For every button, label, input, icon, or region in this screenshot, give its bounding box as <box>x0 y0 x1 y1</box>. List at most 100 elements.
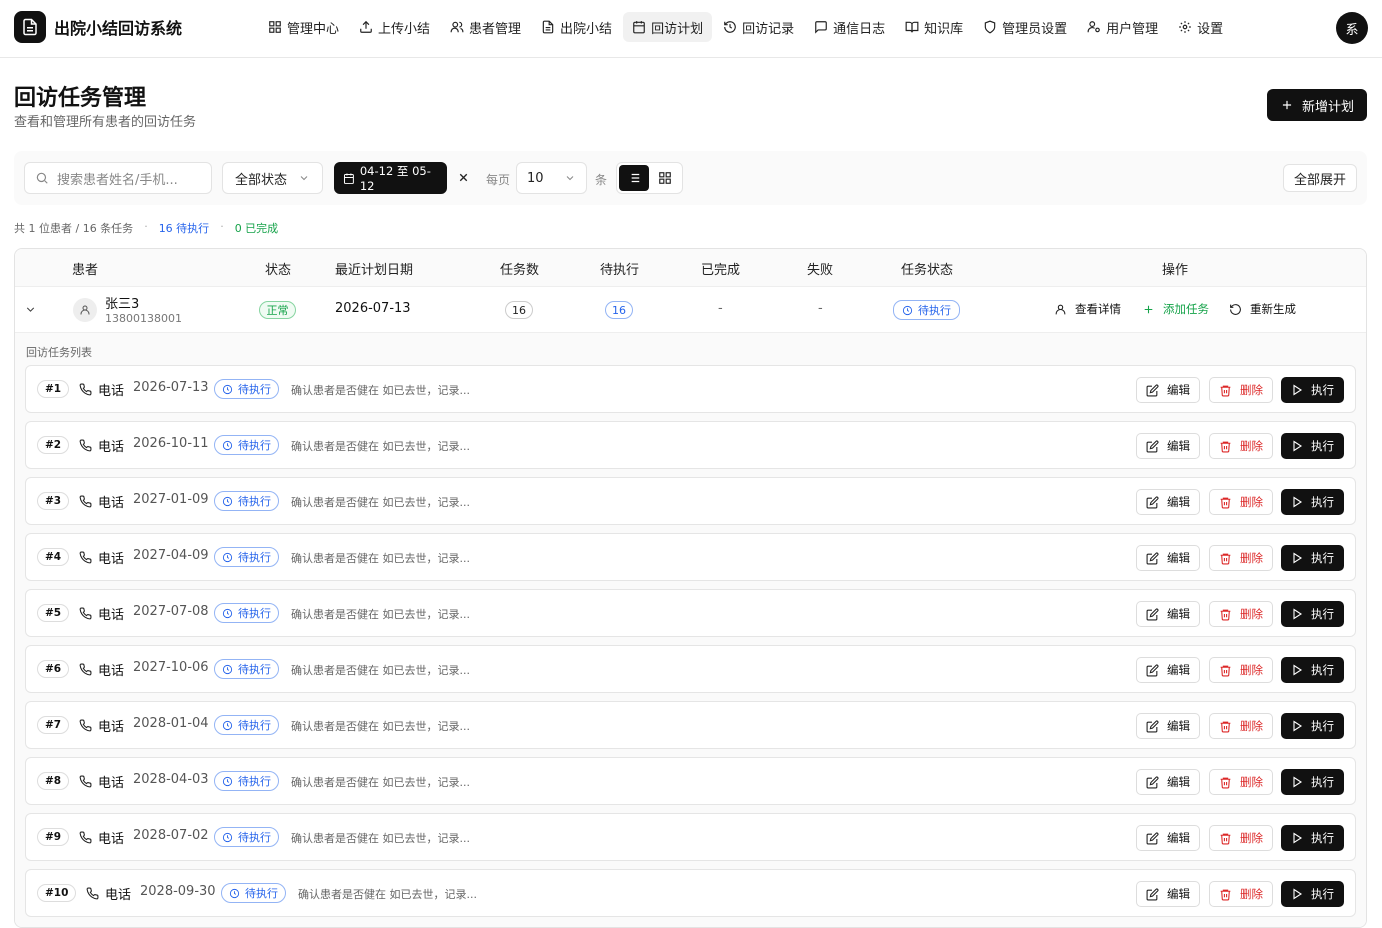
chevron-down-icon <box>566 176 574 181</box>
nav-item-settings[interactable]: 设置 <box>1169 12 1232 42</box>
execute-task-button[interactable]: 执行 <box>1281 713 1344 739</box>
new-plan-label: 新增计划 <box>1301 99 1354 115</box>
delete-task-button[interactable]: 删除 <box>1209 713 1273 739</box>
task-date: 2027-04-09 <box>133 548 209 563</box>
col-pending: 待执行 <box>600 263 640 278</box>
delete-task-button[interactable]: 删除 <box>1209 657 1273 683</box>
trash-icon <box>1220 553 1231 564</box>
edit-task-button[interactable]: 编辑 <box>1136 377 1200 403</box>
grid-view-button[interactable] <box>651 165 681 191</box>
brand[interactable]: 出院小结回访系统 <box>14 11 182 43</box>
regenerate-button[interactable]: 重新生成 <box>1229 301 1296 317</box>
edit-task-button[interactable]: 编辑 <box>1136 657 1200 683</box>
grid-icon <box>269 21 281 33</box>
date-range-button[interactable]: 04-12 至 05-12 <box>334 162 447 194</box>
execute-task-button[interactable]: 执行 <box>1281 489 1344 515</box>
delete-task-button[interactable]: 删除 <box>1209 825 1273 851</box>
edit-task-button[interactable]: 编辑 <box>1136 433 1200 459</box>
edit-task-button[interactable]: 编辑 <box>1136 769 1200 795</box>
nav-item-upload[interactable]: 上传小结 <box>350 12 439 42</box>
clear-date-button[interactable] <box>457 171 470 184</box>
task-status-text: 待执行 <box>238 719 271 732</box>
search-input[interactable]: 搜索患者姓名/手机... <box>24 162 212 194</box>
nav-item-admin-settings[interactable]: 管理员设置 <box>974 12 1076 42</box>
play-icon <box>1293 496 1303 508</box>
users-icon <box>450 21 464 33</box>
execute-label: 执行 <box>1311 383 1334 397</box>
view-details-button[interactable]: 查看详情 <box>1054 301 1121 317</box>
patient-name[interactable]: 张三3 <box>105 293 139 312</box>
col-latest-date: 最近计划日期 <box>335 263 414 278</box>
delete-task-button[interactable]: 删除 <box>1209 433 1273 459</box>
user-icon <box>80 305 90 315</box>
task-date: 2028-07-02 <box>133 828 209 843</box>
execute-task-button[interactable]: 执行 <box>1281 657 1344 683</box>
history-icon <box>724 21 736 33</box>
edit-task-button[interactable]: 编辑 <box>1136 825 1200 851</box>
delete-task-button[interactable]: 删除 <box>1209 881 1273 907</box>
task-number: #5 <box>37 604 70 622</box>
user-avatar[interactable]: 系 <box>1336 12 1368 44</box>
edit-icon <box>1146 831 1159 844</box>
edit-task-button[interactable]: 编辑 <box>1136 881 1200 907</box>
delete-task-button[interactable]: 删除 <box>1209 377 1273 403</box>
nav-item-user-management[interactable]: 用户管理 <box>1078 12 1167 42</box>
execute-task-button[interactable]: 执行 <box>1281 377 1344 403</box>
execute-task-button[interactable]: 执行 <box>1281 433 1344 459</box>
nav-item-comm-logs[interactable]: 通信日志 <box>805 12 894 42</box>
delete-task-button[interactable]: 删除 <box>1209 545 1273 571</box>
patient-latest-date: 2026-07-13 <box>335 301 411 316</box>
nav-item-knowledge[interactable]: 知识库 <box>896 12 972 42</box>
col-task-status: 任务状态 <box>901 263 954 278</box>
edit-label: 编辑 <box>1167 663 1190 677</box>
calendar-icon <box>633 21 645 34</box>
page-size-select[interactable]: 10 <box>516 162 587 194</box>
clock-icon <box>222 664 233 674</box>
edit-label: 编辑 <box>1167 775 1190 789</box>
nav-item-patients[interactable]: 患者管理 <box>441 12 530 42</box>
expand-all-button[interactable]: 全部展开 <box>1283 164 1357 192</box>
execute-label: 执行 <box>1311 831 1334 845</box>
task-type: 电话 <box>79 492 124 511</box>
clock-icon <box>222 776 233 786</box>
task-number: #1 <box>37 380 70 398</box>
nav-item-followup-plan[interactable]: 回访计划 <box>623 12 713 42</box>
status-select[interactable]: 全部状态 <box>222 162 323 194</box>
edit-label: 编辑 <box>1167 719 1190 733</box>
nav-item-followup-records[interactable]: 回访记录 <box>714 12 803 42</box>
execute-task-button[interactable]: 执行 <box>1281 545 1344 571</box>
execute-task-button[interactable]: 执行 <box>1281 881 1344 907</box>
execute-task-button[interactable]: 执行 <box>1281 601 1344 627</box>
trash-icon <box>1220 889 1231 900</box>
add-task-button[interactable]: 添加任务 <box>1142 301 1209 317</box>
trash-icon <box>1220 441 1231 452</box>
collapse-toggle[interactable] <box>24 303 37 316</box>
execute-task-button[interactable]: 执行 <box>1281 825 1344 851</box>
delete-task-button[interactable]: 删除 <box>1209 601 1273 627</box>
delete-task-button[interactable]: 删除 <box>1209 489 1273 515</box>
search-placeholder: 搜索患者姓名/手机... <box>57 172 178 188</box>
edit-task-button[interactable]: 编辑 <box>1136 601 1200 627</box>
edit-label: 编辑 <box>1167 383 1190 397</box>
edit-task-button[interactable]: 编辑 <box>1136 713 1200 739</box>
new-plan-button[interactable]: 新增计划 <box>1267 89 1367 121</box>
play-icon <box>1293 776 1303 788</box>
delete-task-button[interactable]: 删除 <box>1209 769 1273 795</box>
edit-icon <box>1146 719 1159 732</box>
edit-icon <box>1146 495 1159 508</box>
task-description: 确认患者是否健在 如已去世，记录... <box>291 496 470 509</box>
clock-icon <box>222 608 233 618</box>
task-description: 确认患者是否健在 如已去世，记录... <box>291 552 470 565</box>
task-status-text: 待执行 <box>238 383 271 396</box>
nav-item-summaries[interactable]: 出院小结 <box>532 12 621 42</box>
edit-task-button[interactable]: 编辑 <box>1136 545 1200 571</box>
execute-task-button[interactable]: 执行 <box>1281 769 1344 795</box>
list-view-button[interactable] <box>619 165 649 191</box>
task-row: #8 电话 2028-04-03 待执行 确认患者是否健在 如已去世，记录... 编辑 删除… <box>25 757 1356 805</box>
clock-icon <box>222 496 233 506</box>
user-cog-icon <box>1087 21 1100 33</box>
task-row: #3 电话 2027-01-09 待执行 确认患者是否健在 如已去世，记录... 编辑 删除… <box>25 477 1356 525</box>
edit-task-button[interactable]: 编辑 <box>1136 489 1200 515</box>
nav-item-dashboard[interactable]: 管理中心 <box>259 12 348 42</box>
play-icon <box>1293 720 1303 732</box>
